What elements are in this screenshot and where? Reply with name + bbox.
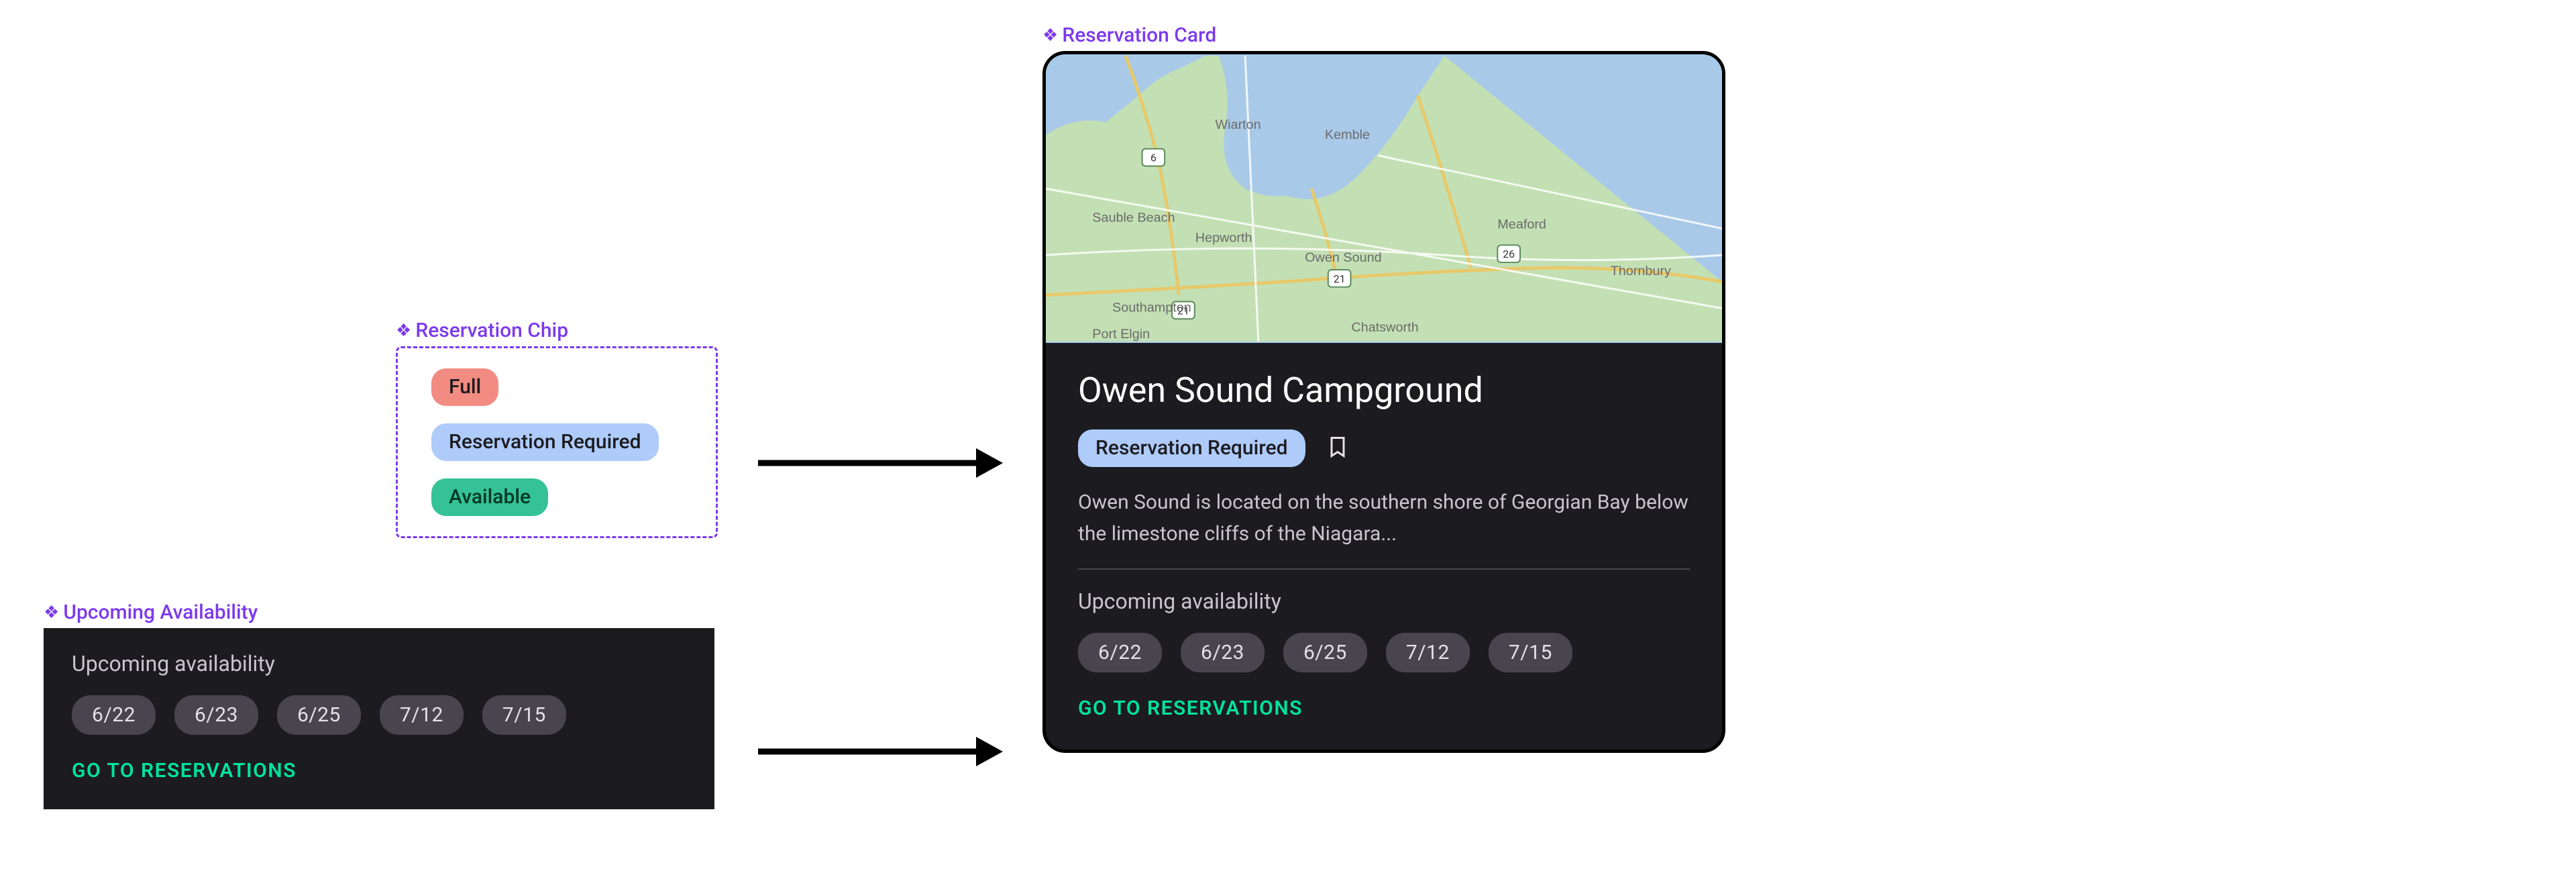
diamond-icon: ❖ [396, 322, 411, 340]
card-body: Owen Sound Campground Reservation Requir… [1046, 343, 1722, 750]
card-map-image: 6 21 26 21 Wiarton Kemble Sauble Beach H… [1046, 54, 1722, 343]
card-chip-reservation-required[interactable]: Reservation Required [1078, 429, 1305, 467]
date-chip[interactable]: 7/12 [380, 695, 464, 735]
availability-title: Upcoming availability [72, 651, 686, 676]
date-chip[interactable]: 7/15 [482, 695, 566, 735]
component-label-availability-text: Upcoming Availability [63, 601, 258, 624]
arrow-availability-to-card [755, 725, 1003, 781]
reservation-card: 6 21 26 21 Wiarton Kemble Sauble Beach H… [1042, 51, 1725, 753]
date-chip[interactable]: 6/25 [1283, 633, 1367, 672]
reservation-card-component: ❖ Reservation Card [1042, 23, 1725, 753]
map-icon: 6 21 26 21 Wiarton Kemble Sauble Beach H… [1046, 54, 1722, 343]
reservation-chip-component: ❖ Reservation Chip Full Reservation Requ… [396, 319, 718, 538]
bookmark-icon[interactable] [1326, 435, 1350, 462]
chip-full[interactable]: Full [431, 368, 498, 406]
date-chip[interactable]: 6/22 [1078, 633, 1162, 672]
svg-text:26: 26 [1503, 248, 1515, 260]
svg-text:Kemble: Kemble [1325, 127, 1370, 142]
svg-text:Port Elgin: Port Elgin [1092, 327, 1150, 342]
date-chip[interactable]: 6/23 [174, 695, 258, 735]
chip-variants-box: Full Reservation Required Available [396, 346, 718, 538]
component-label-card: ❖ Reservation Card [1042, 23, 1725, 47]
component-label-availability: ❖ Upcoming Availability [44, 601, 714, 624]
date-chip[interactable]: 6/22 [72, 695, 156, 735]
go-to-reservations-link[interactable]: GO TO RESERVATIONS [72, 759, 686, 782]
date-chip[interactable]: 6/25 [277, 695, 361, 735]
svg-text:Thornbury: Thornbury [1611, 264, 1671, 278]
availability-date-row: 6/22 6/23 6/25 7/12 7/15 [72, 695, 686, 735]
svg-text:Meaford: Meaford [1497, 217, 1546, 232]
card-date-row: 6/22 6/23 6/25 7/12 7/15 [1078, 633, 1690, 672]
arrow-chip-to-card [755, 436, 1003, 493]
svg-text:6: 6 [1150, 152, 1157, 164]
date-chip[interactable]: 7/12 [1386, 633, 1470, 672]
availability-panel: Upcoming availability 6/22 6/23 6/25 7/1… [44, 628, 714, 809]
component-label-chip: ❖ Reservation Chip [396, 319, 718, 342]
svg-text:Sauble Beach: Sauble Beach [1092, 211, 1175, 225]
card-chip-row: Reservation Required [1078, 429, 1690, 467]
diamond-icon: ❖ [1042, 27, 1058, 44]
card-description: Owen Sound is located on the southern sh… [1078, 487, 1690, 550]
card-divider [1078, 568, 1690, 570]
go-to-reservations-link[interactable]: GO TO RESERVATIONS [1078, 697, 1690, 720]
upcoming-availability-component: ❖ Upcoming Availability Upcoming availab… [44, 601, 714, 809]
chip-available[interactable]: Available [431, 478, 548, 516]
date-chip[interactable]: 7/15 [1489, 633, 1572, 672]
svg-text:21: 21 [1334, 272, 1346, 285]
svg-text:Wiarton: Wiarton [1215, 117, 1260, 132]
svg-text:Chatsworth: Chatsworth [1351, 320, 1418, 335]
svg-text:Southampton: Southampton [1112, 300, 1191, 315]
card-availability-title: Upcoming availability [1078, 588, 1690, 614]
svg-text:Owen Sound: Owen Sound [1305, 250, 1381, 265]
component-label-chip-text: Reservation Chip [415, 319, 568, 342]
svg-text:Hepworth: Hepworth [1195, 230, 1252, 245]
card-title: Owen Sound Campground [1078, 370, 1690, 411]
component-label-card-text: Reservation Card [1062, 23, 1216, 47]
chip-reservation-required[interactable]: Reservation Required [431, 423, 659, 461]
diamond-icon: ❖ [44, 604, 59, 621]
date-chip[interactable]: 6/23 [1181, 633, 1265, 672]
